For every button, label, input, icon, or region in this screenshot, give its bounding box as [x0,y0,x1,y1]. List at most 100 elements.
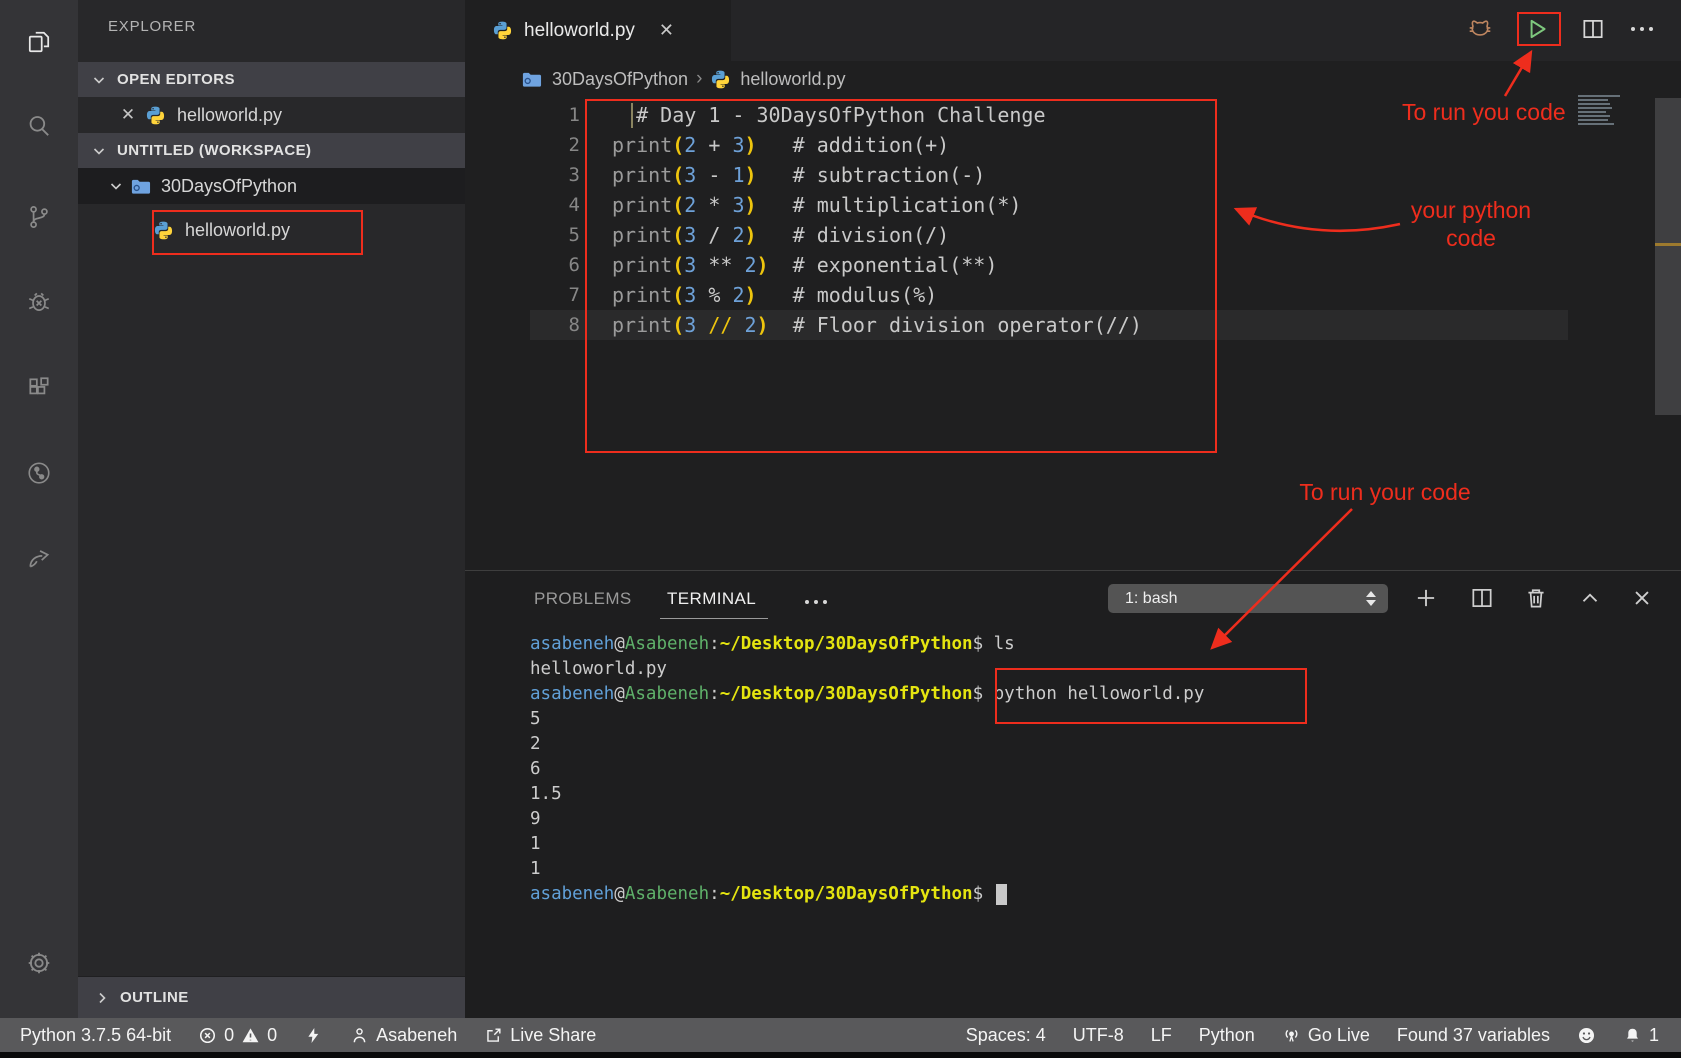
line-number: 6 [535,250,580,280]
python-version-label: Python 3.7.5 64-bit [20,1025,171,1046]
new-terminal-icon[interactable] [1413,585,1439,611]
share-icon [484,1026,503,1045]
tab-problems[interactable]: PROBLEMS [534,589,632,609]
terminal-cursor [996,884,1007,905]
breadcrumb-folder[interactable]: 30DaysOfPython [552,69,688,90]
language-label: Python [1199,1025,1255,1046]
tab-helloworld[interactable]: helloworld.py ✕ [465,0,731,61]
outline-header: OUTLINE [120,989,189,1006]
window-edge [0,1052,1681,1058]
search-icon[interactable] [26,113,52,139]
bell-icon [1623,1026,1642,1045]
variables-label: Found 37 variables [1397,1025,1550,1046]
terminal-tab-underline [660,618,768,619]
notification-count: 1 [1649,1025,1659,1046]
python-interpreter[interactable]: Python 3.7.5 64-bit [20,1025,171,1046]
settings-gear-icon[interactable] [26,950,52,976]
open-editor-file-label: helloworld.py [177,105,282,126]
variables-item[interactable]: Found 37 variables [1397,1025,1550,1046]
open-editors-section[interactable]: OPEN EDITORS [78,62,465,97]
python-file-icon [145,105,166,126]
maximize-panel-icon[interactable] [1577,585,1603,611]
line-number: 1 [535,100,580,130]
error-icon [198,1026,217,1045]
close-icon[interactable]: ✕ [119,105,137,125]
source-control-icon[interactable] [26,204,52,230]
tab-label: helloworld.py [524,20,635,42]
gitlens-icon[interactable] [26,460,52,486]
terminal-line: 1 [530,857,1204,882]
workspace-section[interactable]: UNTITLED (WORKSPACE) [78,133,465,168]
line-number: 4 [535,190,580,220]
folder-label: 30DaysOfPython [161,176,297,197]
smiley-icon [1577,1026,1596,1045]
line-number: 7 [535,280,580,310]
go-live-label: Go Live [1308,1025,1370,1046]
folder-icon [130,176,151,197]
lightning-icon [304,1026,323,1045]
annotation-run-top: To run you code [1402,99,1582,126]
minimap[interactable] [1578,95,1633,127]
broadcast-icon [1282,1026,1301,1045]
live-share-item[interactable]: Live Share [484,1025,596,1046]
tab-close-icon[interactable]: ✕ [659,20,674,41]
cat-extension-icon[interactable] [1467,16,1493,42]
open-editors-header: OPEN EDITORS [117,71,235,88]
bottom-panel: PROBLEMS TERMINAL 1: bash asabeneh@Asabe… [465,570,1681,1018]
notifications-item[interactable]: 1 [1623,1025,1659,1046]
eol-item[interactable]: LF [1151,1025,1172,1046]
language-item[interactable]: Python [1199,1025,1255,1046]
breadcrumb[interactable]: 30DaysOfPython › helloworld.py [465,61,1681,97]
panel-more-icon[interactable] [805,600,827,604]
kill-terminal-trash-icon[interactable] [1523,585,1549,611]
select-arrows-icon [1366,591,1376,606]
person-icon [350,1026,369,1045]
split-editor-icon[interactable] [1580,16,1606,42]
close-panel-icon[interactable] [1629,585,1655,611]
folder-icon [521,69,542,90]
encoding-item[interactable]: UTF-8 [1073,1025,1124,1046]
indentation-item[interactable]: Spaces: 4 [966,1025,1046,1046]
terminal-line: asabeneh@Asabeneh:~/Desktop/30DaysOfPyth… [530,632,1204,657]
user-label: Asabeneh [376,1025,457,1046]
sidebar-title: EXPLORER [108,18,196,35]
open-editor-item[interactable]: ✕ helloworld.py [78,97,465,133]
live-share-label: Live Share [510,1025,596,1046]
shell-selector-value: 1: bash [1125,590,1366,608]
extensions-icon[interactable] [26,375,52,401]
activity-bar [0,0,78,1018]
outline-section[interactable]: OUTLINE [78,976,465,1018]
breadcrumb-separator: › [696,68,702,90]
account-item[interactable]: Asabeneh [350,1025,457,1046]
annotation-run-terminal: To run your code [1290,479,1480,506]
explorer-icon[interactable] [26,29,52,55]
live-share-icon[interactable] [26,545,52,571]
go-live-item[interactable]: Go Live [1282,1025,1370,1046]
split-terminal-icon[interactable] [1469,585,1495,611]
warning-count: 0 [267,1025,277,1046]
annotation-box-file [152,210,363,255]
editor-scrollbar[interactable] [1655,98,1681,415]
python-file-icon [492,20,513,41]
terminal-line: 9 [530,807,1204,832]
chevron-down-icon [91,143,107,159]
debug-icon[interactable] [26,289,52,315]
annotation-box-code [585,99,1217,453]
terminal-line: 1.5 [530,782,1204,807]
line-number-gutter: 12345678 [535,100,580,340]
feedback-smiley[interactable] [1577,1026,1596,1045]
problems-counters[interactable]: 0 0 [198,1025,277,1046]
feedback-bolt[interactable] [304,1026,323,1045]
error-count: 0 [224,1025,234,1046]
shell-selector[interactable]: 1: bash [1108,584,1388,613]
tab-bar: helloworld.py ✕ [465,0,1681,61]
annotation-box-run-button [1517,12,1561,46]
terminal-line: 1 [530,832,1204,857]
annotation-box-command [995,668,1307,724]
tab-terminal[interactable]: TERMINAL [667,589,756,609]
more-actions-icon[interactable] [1631,27,1653,31]
folder-row[interactable]: 30DaysOfPython [78,168,465,204]
chevron-right-icon [94,990,110,1006]
breadcrumb-file[interactable]: helloworld.py [740,69,845,90]
explorer-sidebar: EXPLORER OPEN EDITORS ✕ helloworld.py UN… [78,0,465,1018]
